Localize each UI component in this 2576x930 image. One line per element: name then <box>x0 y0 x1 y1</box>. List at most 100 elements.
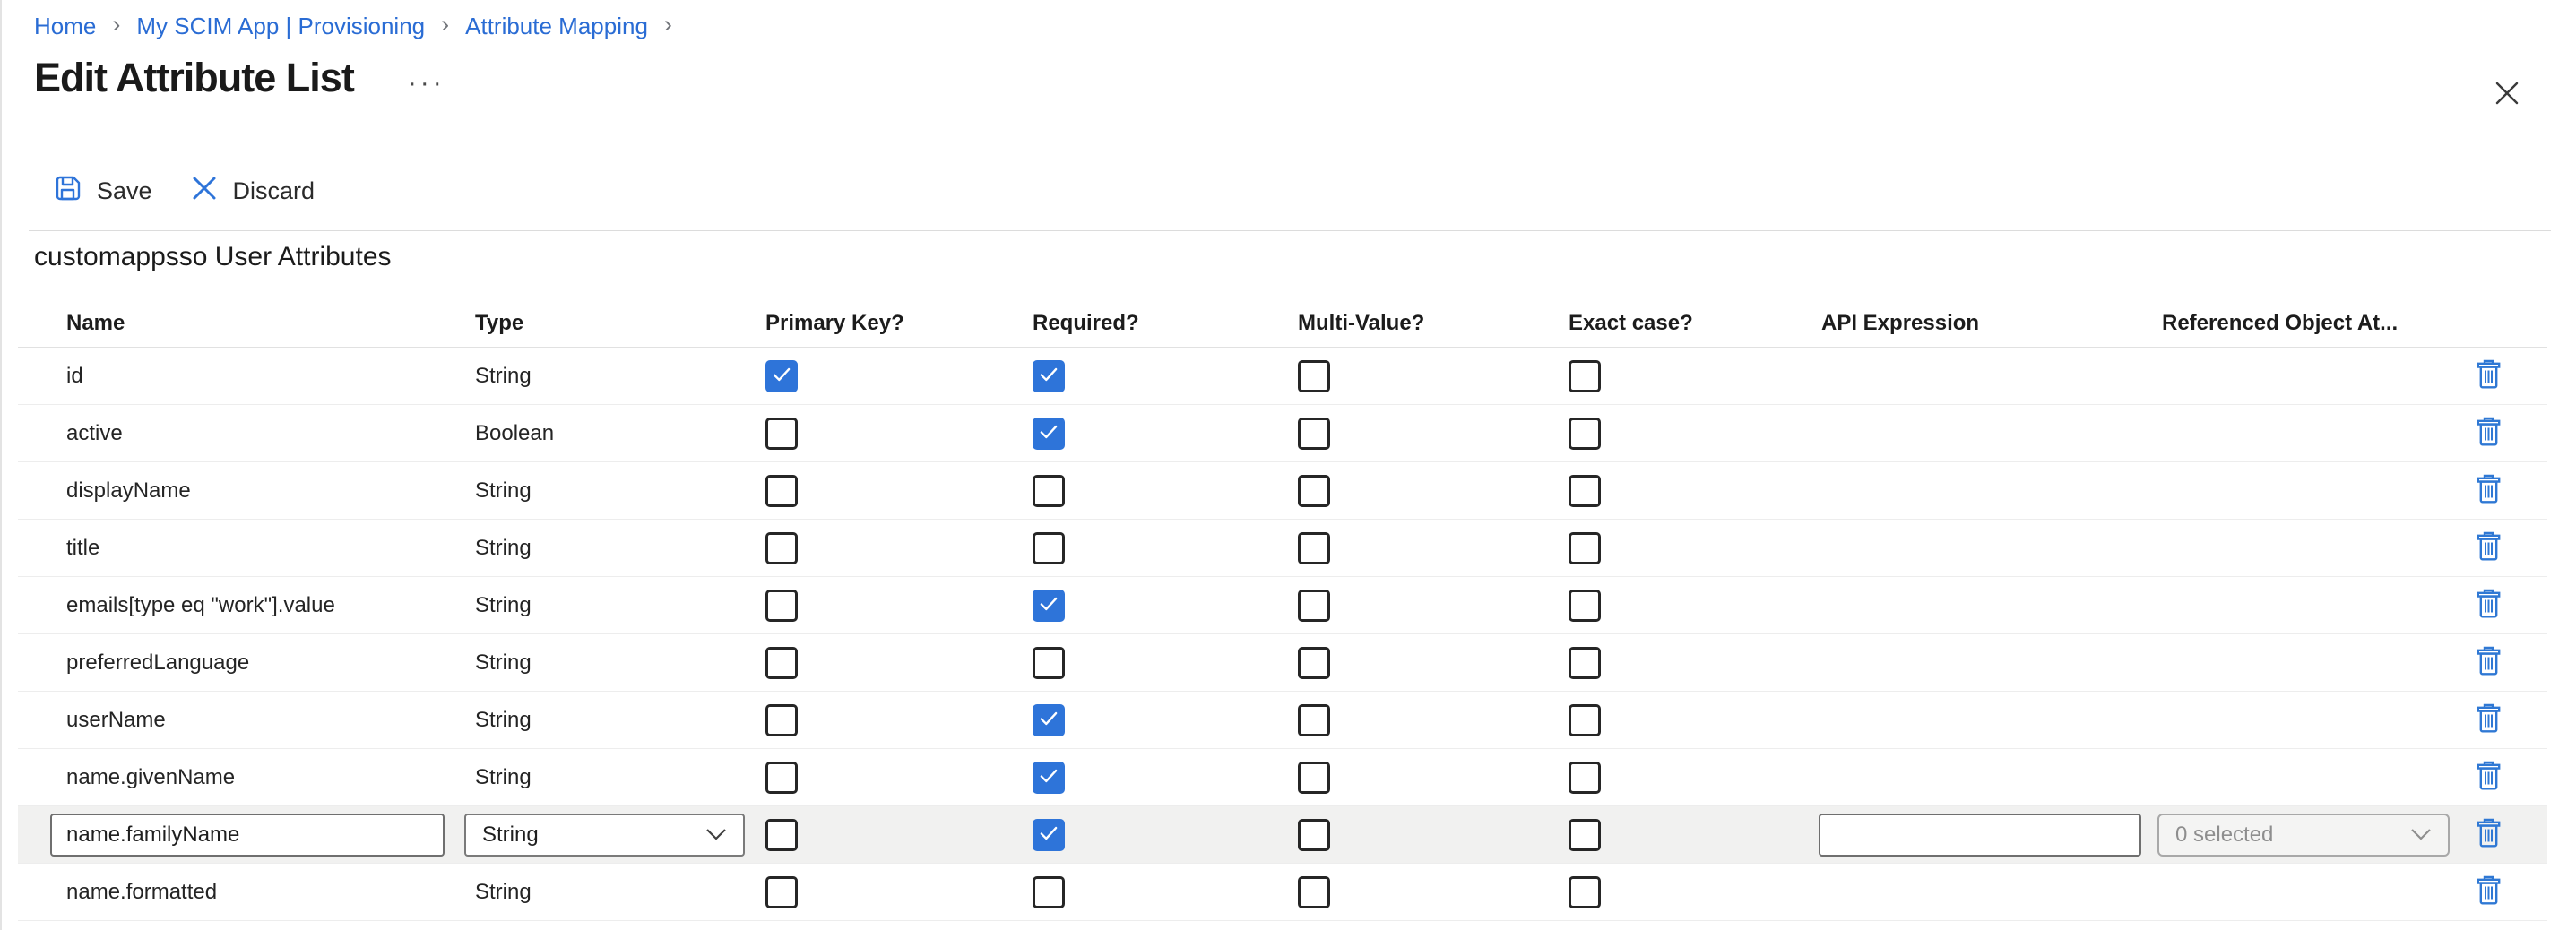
attribute-name-cell: active <box>18 421 475 446</box>
checkmark-icon <box>1037 592 1060 618</box>
required-checkbox[interactable] <box>1033 475 1065 507</box>
chevron-down-icon <box>705 822 727 848</box>
attribute-name-label: title <box>66 536 99 560</box>
close-blade-button[interactable] <box>2486 73 2528 115</box>
exact-case-checkbox[interactable] <box>1569 876 1601 908</box>
required-checkbox[interactable] <box>1033 762 1065 794</box>
save-icon <box>54 174 82 209</box>
primary-key-checkbox[interactable] <box>765 819 798 851</box>
breadcrumb-link-1[interactable]: Home <box>34 13 96 40</box>
primary-key-checkbox[interactable] <box>765 647 798 679</box>
attribute-row-active: activeBoolean <box>18 405 2547 462</box>
multi-value-checkbox[interactable] <box>1298 704 1330 736</box>
exact-case-checkbox[interactable] <box>1569 418 1601 450</box>
delete-attribute-button[interactable] <box>2476 589 2502 622</box>
trash-icon <box>2476 589 2502 622</box>
referenced-object-select[interactable]: 0 selected <box>2157 814 2450 857</box>
breadcrumb-separator-icon: › <box>112 11 120 39</box>
attribute-type-label: String <box>475 536 532 560</box>
required-checkbox[interactable] <box>1033 647 1065 679</box>
exact-case-checkbox-cell <box>1569 475 1821 507</box>
exact-case-checkbox-cell <box>1569 590 1821 622</box>
attribute-name-input[interactable] <box>50 814 445 857</box>
exact-case-checkbox-cell <box>1569 762 1821 794</box>
primary-key-checkbox-cell <box>765 475 1033 507</box>
multi-value-checkbox[interactable] <box>1298 418 1330 450</box>
required-checkbox[interactable] <box>1033 532 1065 564</box>
toolbar-divider <box>29 230 2551 231</box>
exact-case-checkbox[interactable] <box>1569 704 1601 736</box>
primary-key-checkbox-cell <box>765 418 1033 450</box>
exact-case-checkbox[interactable] <box>1569 475 1601 507</box>
referenced-object-value: 0 selected <box>2175 822 2273 848</box>
blade-title-row: Edit Attribute List ··· <box>34 54 449 102</box>
exact-case-checkbox[interactable] <box>1569 360 1601 392</box>
exact-case-checkbox[interactable] <box>1569 819 1601 851</box>
exact-case-checkbox[interactable] <box>1569 647 1601 679</box>
required-checkbox[interactable] <box>1033 418 1065 450</box>
multi-value-checkbox[interactable] <box>1298 876 1330 908</box>
actions-cell <box>2468 359 2547 392</box>
more-options-button[interactable]: ··· <box>404 70 449 102</box>
multi-value-checkbox[interactable] <box>1298 360 1330 392</box>
delete-attribute-button[interactable] <box>2476 531 2502 564</box>
primary-key-checkbox[interactable] <box>765 360 798 392</box>
primary-key-checkbox[interactable] <box>765 475 798 507</box>
checkmark-icon <box>1037 363 1060 389</box>
multi-value-checkbox-cell <box>1298 360 1569 392</box>
primary-key-checkbox[interactable] <box>765 532 798 564</box>
multi-value-checkbox-cell <box>1298 475 1569 507</box>
api-expression-input[interactable] <box>1819 814 2141 857</box>
trash-icon <box>2476 761 2502 794</box>
delete-attribute-button[interactable] <box>2476 818 2502 851</box>
required-checkbox[interactable] <box>1033 876 1065 908</box>
trash-icon <box>2476 359 2502 392</box>
required-checkbox[interactable] <box>1033 704 1065 736</box>
type-select[interactable]: String <box>464 814 745 857</box>
actions-cell <box>2468 646 2547 679</box>
trash-icon <box>2476 818 2502 851</box>
multi-value-checkbox[interactable] <box>1298 532 1330 564</box>
primary-key-checkbox[interactable] <box>765 704 798 736</box>
exact-case-checkbox-cell <box>1569 647 1821 679</box>
attribute-name-label: displayName <box>66 478 191 503</box>
exact-case-checkbox[interactable] <box>1569 762 1601 794</box>
required-checkbox[interactable] <box>1033 819 1065 851</box>
breadcrumb-link-2[interactable]: My SCIM App | Provisioning <box>136 13 425 40</box>
discard-button[interactable]: Discard <box>190 174 316 209</box>
delete-attribute-button[interactable] <box>2476 875 2502 908</box>
primary-key-checkbox[interactable] <box>765 590 798 622</box>
attribute-row-title: title String <box>18 520 2547 577</box>
delete-attribute-button[interactable] <box>2476 359 2502 392</box>
exact-case-checkbox[interactable] <box>1569 532 1601 564</box>
column-header-multi-value: Multi-Value? <box>1298 311 1569 336</box>
save-button[interactable]: Save <box>54 174 152 209</box>
multi-value-checkbox[interactable] <box>1298 819 1330 851</box>
delete-attribute-button[interactable] <box>2476 474 2502 507</box>
delete-attribute-button[interactable] <box>2476 646 2502 679</box>
chevron-down-icon <box>2410 822 2432 848</box>
column-header-exact-case: Exact case? <box>1569 311 1821 336</box>
multi-value-checkbox[interactable] <box>1298 762 1330 794</box>
delete-attribute-button[interactable] <box>2476 703 2502 736</box>
delete-attribute-button[interactable] <box>2476 761 2502 794</box>
multi-value-checkbox[interactable] <box>1298 475 1330 507</box>
primary-key-checkbox[interactable] <box>765 418 798 450</box>
primary-key-checkbox-cell <box>765 762 1033 794</box>
breadcrumb-link-3[interactable]: Attribute Mapping <box>465 13 648 40</box>
required-checkbox-cell <box>1033 819 1298 851</box>
delete-attribute-button[interactable] <box>2476 417 2502 450</box>
multi-value-checkbox[interactable] <box>1298 590 1330 622</box>
checkmark-icon <box>1037 420 1060 446</box>
attribute-type-label: String <box>475 880 532 904</box>
exact-case-checkbox[interactable] <box>1569 590 1601 622</box>
attribute-name-label: emails[type eq "work"].value <box>66 593 335 617</box>
primary-key-checkbox[interactable] <box>765 876 798 908</box>
required-checkbox[interactable] <box>1033 590 1065 622</box>
checkmark-icon <box>770 363 793 389</box>
attribute-row-emails[type eq "work"].value: emails[type eq "work"].valueString <box>18 577 2547 634</box>
breadcrumb-separator-icon: › <box>441 11 449 39</box>
multi-value-checkbox[interactable] <box>1298 647 1330 679</box>
primary-key-checkbox[interactable] <box>765 762 798 794</box>
required-checkbox[interactable] <box>1033 360 1065 392</box>
